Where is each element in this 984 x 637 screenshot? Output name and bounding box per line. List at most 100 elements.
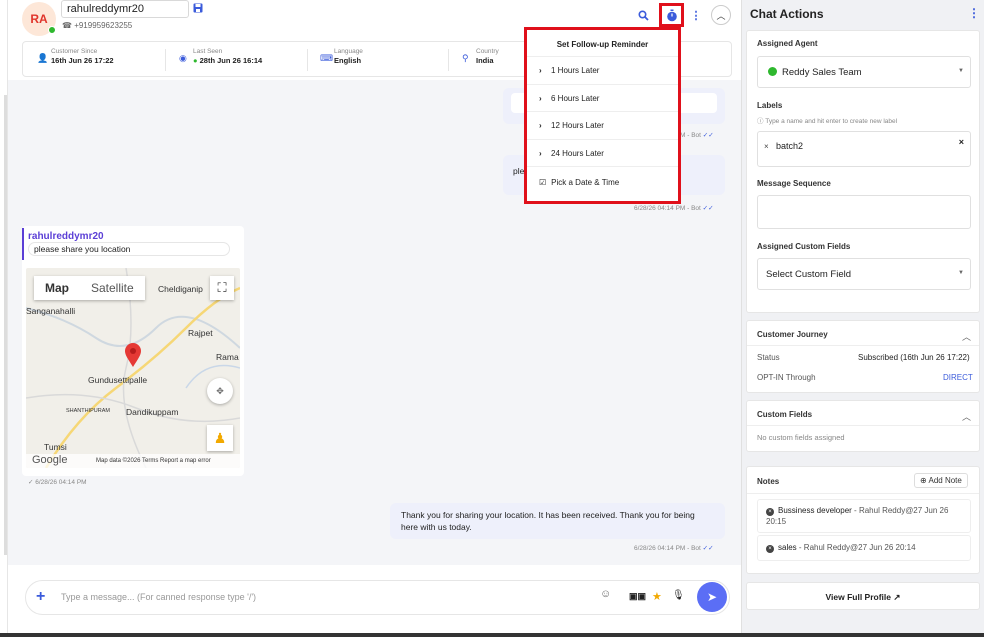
map-place-label: Gundusettipalle [88,375,148,385]
custom-field-value: Select Custom Field [766,269,852,280]
chevron-up-icon[interactable]: ︿ [962,410,971,423]
chevron-right-icon: › [539,121,542,130]
clear-labels-icon[interactable]: × [959,137,964,147]
view-full-profile-button[interactable]: View Full Profile ↗ [746,582,980,610]
map-pan-control[interactable]: ✥ [207,378,233,404]
info-icon: ⓘ [757,118,766,125]
notes-title: Notes [757,477,780,486]
assigned-agent-select[interactable]: Reddy Sales Team ▼ [757,56,971,88]
save-icon[interactable] [193,3,203,13]
status-label: Status [757,353,780,362]
timer-icon [666,9,677,21]
window-bottom-border [0,633,984,637]
search-icon[interactable] [636,8,650,22]
message-meta: M - Bot ✓✓ [680,132,714,139]
remove-label-icon[interactable]: × [764,142,769,151]
send-icon: ➤ [706,590,718,604]
custom-field-select[interactable]: Select Custom Field ▼ [757,258,971,290]
followup-option-24h[interactable]: › 24 Hours Later [527,140,678,167]
journey-title: Customer Journey [757,330,828,339]
message-meta: 6/28/26 04:14 PM - Bot ✓✓ [634,545,714,552]
info-label: Language [334,48,363,55]
info-country: ⚲ Country India [462,48,499,65]
info-label: Last Seen [193,48,223,55]
followup-option-6h[interactable]: › 6 Hours Later [527,85,678,112]
map-tab[interactable]: Map [34,276,80,300]
followup-option-1h[interactable]: › 1 Hours Later [527,57,678,85]
message-text: ple [513,166,525,176]
panel-kebab-icon[interactable]: ⋮ [968,6,980,20]
chevron-up-icon[interactable]: ︿ [962,330,971,343]
fullscreen-icon[interactable]: ⛶ [210,276,234,300]
panel-title: Chat Actions [750,7,824,21]
note-item[interactable]: × Bussiness developer - Rahul Reddy@27 Ju… [757,499,971,533]
chevron-right-icon: › [539,66,542,75]
avatar: RA [22,2,56,36]
location-map[interactable]: Map Satellite ⛶ Cheldiganip Sanganahalli… [26,268,240,468]
message-composer[interactable]: + Type a message... (For canned response… [25,580,730,615]
followup-timer-button[interactable] [659,3,684,27]
message-input[interactable]: Type a message... (For canned response t… [61,592,256,602]
info-customer-since: 👤 Customer Since 16th Jun 26 17:22 [37,48,114,65]
satellite-tab[interactable]: Satellite [80,276,145,300]
close-circle-icon[interactable]: × [766,508,774,516]
microphone-icon[interactable]: 🎙 [672,590,685,601]
left-scrollbar[interactable] [4,95,7,555]
message-sequence-label: Message Sequence [757,179,831,188]
labels-hint: ⓘ Type a name and hit enter to create ne… [757,118,898,125]
google-logo: Google [32,454,68,466]
avatar-initials: RA [30,12,48,26]
map-place-label: Sanganahalli [26,306,76,316]
followup-pick-date[interactable]: ☑ Pick a Date & Time [527,167,678,187]
chevron-up-icon: ︿ [716,10,726,21]
followup-option-12h[interactable]: › 12 Hours Later [527,112,678,140]
contact-phone: ☎ +919959623255 [62,21,133,30]
emoji-icon[interactable]: ☺ [600,588,611,600]
labels-input[interactable]: × batch2 × [757,131,971,167]
map-place-label: Rama [216,352,239,362]
status-value: Subscribed (16th Jun 26 17:22) [858,353,970,362]
template-icon[interactable]: ▣▣ [629,591,646,602]
message-sequence-select[interactable] [757,195,971,229]
quote-bar [22,228,24,260]
pegman-icon[interactable]: ♟ [207,425,233,451]
chevron-right-icon: › [539,148,542,158]
optin-value: DIRECT [943,373,973,382]
map-place-label: Tumsi [44,442,67,452]
contact-name-input[interactable] [61,0,189,18]
star-icon[interactable]: ★ [652,590,662,603]
phone-icon: ☎ [62,21,75,30]
message-meta: ✓ 6/28/26 04:14 PM [28,479,87,486]
custom-fields-label: Assigned Custom Fields [757,242,851,251]
custom-fields-title: Custom Fields [757,410,813,419]
custom-fields-empty: No custom fields assigned [757,433,845,442]
kebab-menu-icon[interactable]: ⋮ [689,8,703,22]
followup-reminder-menu: Set Follow-up Reminder › 1 Hours Later › 6… [524,27,681,204]
assigned-agent-value: Reddy Sales Team [782,67,862,78]
info-value: ● 28th Jun 26 16:14 [193,56,263,65]
location-quoted-text: please share you location [28,242,230,256]
optin-label: OPT-IN Through [757,373,816,382]
add-note-button[interactable]: ⊕ Add Note [914,473,968,488]
info-value: 16th Jun 26 17:22 [51,56,114,65]
eye-icon: ◉ [179,53,187,63]
plus-icon[interactable]: + [36,588,45,606]
note-item[interactable]: × sales - Rahul Reddy@27 Jun 26 20:14 [757,535,971,561]
info-label: Country [476,48,499,55]
send-button[interactable]: ➤ [697,582,727,612]
message-meta: 6/28/26 04:14 PM - Bot ✓✓ [634,205,714,212]
dropdown-arrow-icon: ▼ [958,68,964,74]
bot-reply-bubble: Thank you for sharing your location. It … [390,503,725,539]
info-value: India [476,56,494,65]
calendar-icon: ☑ [539,178,547,187]
info-label: Customer Since [51,48,98,55]
label-tag: batch2 [776,141,804,151]
info-last-seen: ◉ Last Seen ● 28th Jun 26 16:14 [179,48,263,65]
custom-fields-card [746,400,980,452]
left-strip [0,0,8,637]
close-circle-icon[interactable]: × [766,545,774,553]
collapse-header-button[interactable]: ︿ [711,5,731,25]
user-icon: 👤 [37,53,49,63]
online-status-dot [48,26,56,34]
map-type-toggle[interactable]: Map Satellite [34,276,145,300]
